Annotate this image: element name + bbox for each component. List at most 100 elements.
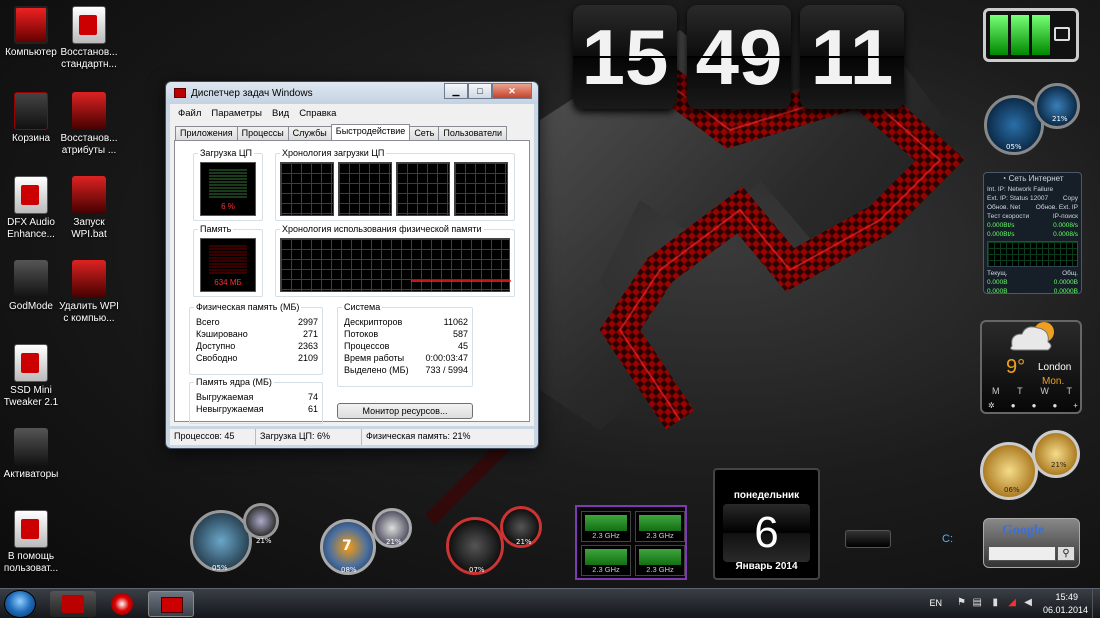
google-search-gadget[interactable]: Google ⚲: [983, 518, 1080, 568]
desktop-icon-label: Удалить WPI с компью...: [59, 301, 119, 324]
memory-gauge-gold[interactable]: [1032, 430, 1080, 478]
tab-users[interactable]: Пользователи: [438, 126, 508, 140]
minimize-button[interactable]: ▁: [444, 83, 468, 99]
menu-file[interactable]: Файл: [178, 108, 201, 119]
pin-icon[interactable]: ●: [1052, 401, 1057, 410]
application-icon: [14, 344, 48, 382]
memory-history-group: Хронология использования физической памя…: [275, 224, 515, 297]
menu-bar: Файл Параметры Вид Справка: [170, 104, 534, 122]
kv-row: Всего 2997: [196, 317, 318, 327]
language-indicator[interactable]: EN: [929, 598, 942, 608]
computer-icon: [14, 6, 48, 44]
desktop-icon-computer[interactable]: Компьютер: [0, 6, 62, 59]
network-gadget[interactable]: ◔ Сеть Интернет Int. IP: Network Failure…: [983, 172, 1082, 295]
status-cpu: Загрузка ЦП: 6%: [256, 429, 362, 445]
tab-processes[interactable]: Процессы: [236, 126, 289, 140]
total-down: 0.0000B: [1053, 288, 1078, 295]
clock-time[interactable]: 15:49: [1055, 592, 1078, 602]
menu-options[interactable]: Параметры: [211, 108, 262, 119]
desktop-icon-recycle-bin[interactable]: Корзина: [0, 92, 62, 145]
resource-monitor-button[interactable]: Монитор ресурсов...: [337, 403, 473, 419]
gauge-right-label: 21%: [1052, 115, 1068, 123]
memory-caption: Память: [198, 224, 234, 234]
tab-networking[interactable]: Сеть: [409, 126, 440, 140]
taskbar-app-explorer[interactable]: [50, 591, 96, 617]
volume-icon[interactable]: ◀: [1024, 597, 1032, 608]
tab-applications[interactable]: Приложения: [175, 126, 238, 140]
memory-history-line: [411, 280, 511, 282]
desktop-icon-godmode[interactable]: GodMode: [0, 260, 62, 313]
desktop-icon-label: Корзина: [11, 133, 51, 144]
gauge-left-label: 05%: [1006, 143, 1022, 151]
folder-icon: [14, 428, 48, 466]
desktop-icon-run-wpi[interactable]: Запуск WPI.bat: [58, 176, 120, 241]
network-tray-icon[interactable]: ▤: [973, 597, 982, 608]
desktop-icon-restore-attributes[interactable]: Восстанов... атрибуты ...: [58, 92, 120, 157]
close-button[interactable]: ✕: [492, 83, 532, 99]
refresh-net-link[interactable]: Обнов. Net: [987, 203, 1020, 212]
kv-row: Выделено (МБ) 733 / 5994: [344, 365, 468, 375]
copy-button[interactable]: Copy: [1063, 194, 1078, 203]
task-manager-window[interactable]: Диспетчер задач Windows ▁ □ ✕ Файл Парам…: [165, 81, 539, 449]
search-icon[interactable]: ⚲: [1057, 546, 1075, 561]
calendar-gadget[interactable]: понедельник 6 Январь 2014: [713, 468, 820, 580]
kv-row: Кэшировано 271: [196, 329, 318, 339]
cpu-usage-meter: 6 %: [200, 162, 256, 216]
file-icon: [14, 510, 48, 548]
show-desktop-button[interactable]: [1092, 589, 1100, 618]
weather-controls: ✲ ● ● ● +: [988, 401, 1078, 410]
core-graph: 2.3 GHz: [635, 545, 685, 576]
battery-cell: [1011, 15, 1029, 55]
system-group: Система Дескрипторов 11062 Потоков 587 Про…: [337, 302, 473, 387]
kv-row: Доступно 2363: [196, 341, 318, 351]
power-tray-icon[interactable]: ▮: [992, 597, 998, 608]
menu-help[interactable]: Справка: [299, 108, 336, 119]
status-bar: Процессов: 45 Загрузка ЦП: 6% Физическая…: [170, 429, 534, 445]
calendar-month-year: Январь 2014: [735, 561, 798, 572]
info-icon[interactable]: ●: [1011, 401, 1016, 410]
menu-view[interactable]: Вид: [272, 108, 289, 119]
desktop-icon-dfx-audio[interactable]: DFX Audio Enhance...: [0, 176, 62, 241]
kv-row: Дескрипторов 11062: [344, 317, 468, 327]
desktop-icon-label: Компьютер: [5, 47, 57, 58]
weather-gadget[interactable]: 9° London Mon. M T W T ✲ ● ● ● +: [980, 320, 1082, 414]
plus-icon[interactable]: +: [1073, 401, 1078, 410]
drive-icon[interactable]: [845, 530, 891, 548]
desktop-icon-ssd-mini-tweaker[interactable]: SSD Mini Tweaker 2.1: [0, 344, 62, 409]
taskbar-app-media-player[interactable]: [100, 591, 146, 617]
desktop-icon-activators[interactable]: Активаторы: [0, 428, 62, 481]
google-search-input[interactable]: [988, 546, 1056, 561]
desktop-icon-restore-standard[interactable]: Восстанов... стандартн...: [58, 6, 120, 71]
memory-gauge-dragon[interactable]: [243, 503, 279, 539]
desktop-icon-label: Запуск WPI.bat: [71, 217, 107, 240]
refresh-ext-link[interactable]: Обнов. Ext. IP: [1036, 203, 1078, 212]
title-bar[interactable]: Диспетчер задач Windows ▁ □ ✕: [166, 82, 538, 104]
tab-performance[interactable]: Быстродействие: [330, 124, 411, 140]
clock-date[interactable]: 06.01.2014: [1043, 605, 1088, 615]
tab-services[interactable]: Службы: [287, 126, 332, 140]
settings-icon[interactable]: ✲: [988, 401, 995, 410]
recycle-bin-icon: [14, 92, 48, 130]
city-name: London: [1038, 362, 1072, 373]
maximize-button[interactable]: □: [468, 83, 492, 99]
kv-row: Процессов 45: [344, 341, 468, 351]
speed-test-link[interactable]: Тест скорости: [987, 212, 1029, 221]
refresh-icon[interactable]: ●: [1032, 401, 1037, 410]
kv-row: Невыгружаемая 61: [196, 404, 318, 414]
batch-file-icon: [72, 176, 106, 214]
memory-history-caption: Хронология использования физической памя…: [280, 224, 484, 234]
dock-gauge-label: 21%: [256, 537, 272, 545]
desktop-icon-user-help[interactable]: В помощь пользоват...: [0, 510, 62, 575]
desktop-icon-remove-wpi[interactable]: Удалить WPI с компью...: [58, 260, 120, 325]
flag-icon[interactable]: ⚑: [957, 597, 966, 608]
signal-icon[interactable]: ◢: [1008, 597, 1016, 608]
forecast-day: T: [1017, 386, 1023, 396]
cpu-meter-gadget[interactable]: 2.3 GHz 2.3 GHz 2.3 GHz 2.3 GHz: [575, 505, 687, 580]
start-button[interactable]: [4, 590, 36, 618]
physical-memory-group: Физическая память (МБ) Всего 2997 Кэширов…: [189, 302, 323, 375]
ip-search-link[interactable]: IP-поиск: [1053, 212, 1078, 221]
battery-gadget[interactable]: [983, 8, 1079, 62]
taskbar-app-task-manager[interactable]: [148, 591, 194, 617]
tab-strip: Приложения Процессы Службы Быстродействи…: [170, 122, 534, 140]
status-memory: Физическая память: 21%: [366, 431, 471, 441]
